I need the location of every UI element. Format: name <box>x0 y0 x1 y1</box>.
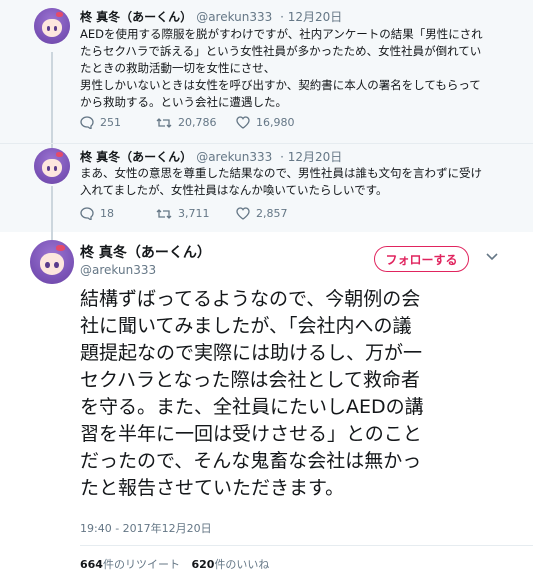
author-handle[interactable]: @arekun333 <box>80 263 156 277</box>
tweet-text-line: 社に聞いてみましたが、「会社内への議 <box>80 315 412 337</box>
tweet-date[interactable]: · 12月20日 <box>280 150 342 164</box>
retweet-stat[interactable]: 664件のリツイート <box>80 558 180 571</box>
tweet-text: まあ、女性の意思を尊重した結果なので、男性社員は誰も文句を言わずに受け 入れてま… <box>80 165 482 199</box>
tweet-date[interactable]: · 12月20日 <box>280 10 342 24</box>
author-name[interactable]: 柊 真冬（あーくん） <box>80 242 211 262</box>
like-stat-label: 件のいいね <box>214 558 270 571</box>
like-button[interactable]: 16,980 <box>236 116 295 129</box>
tweet-text-line: 入れてましたが、女性社員はなんか喚いていたらしいです。 <box>80 183 388 197</box>
tweet-text-line: 男性しかいないときは女性を呼び出すか、契約書に本人の署名をしてもらって <box>80 78 481 92</box>
author-handle[interactable]: @arekun333 <box>196 10 272 24</box>
reply-icon <box>80 116 94 129</box>
tweet-author[interactable]: 柊 真冬（あーくん） @arekun333 · 12月20日 <box>80 148 342 165</box>
tweet-1[interactable]: 柊 真冬（あーくん） @arekun333 · 12月20日 AEDを使用する際服… <box>0 0 533 143</box>
avatar[interactable] <box>30 240 74 284</box>
heart-icon <box>236 207 250 220</box>
heart-icon <box>236 116 250 129</box>
tweet-stats: 664件のリツイート 620件のいいね <box>80 556 269 572</box>
tweet-text-line: 題提起なので実際には助けるし、万が一 <box>80 342 423 364</box>
tweet-text-line: だったので、そんな鬼畜な会社は無かっ <box>80 450 422 472</box>
tweet-timestamp[interactable]: 19:40 - 2017年12月20日 <box>80 520 212 536</box>
like-count: 2,857 <box>256 207 288 220</box>
retweet-button[interactable]: 3,711 <box>156 207 210 220</box>
main-tweet-text: 結構ずばってるようなので、今朝例の会 社に聞いてみましたが、「会社内への議 題提… <box>80 286 424 502</box>
tweet-2[interactable]: 柊 真冬（あーくん） @arekun333 · 12月20日 まあ、女性の意思を尊… <box>0 144 533 232</box>
reply-count: 251 <box>100 116 121 129</box>
follow-button[interactable]: フォローする <box>374 246 469 272</box>
like-button[interactable]: 2,857 <box>236 207 288 220</box>
reply-button[interactable]: 251 <box>80 116 121 129</box>
tweet-text-line: 習を半年に一回は受けさせる」とのこと <box>80 423 422 445</box>
tweet-text-line: から救助する。という会社に遭遇した。 <box>80 95 287 109</box>
tweet-text-line: AEDを使用する際服を脱がすわけですが、社内アンケートの結果「男性にされ <box>80 27 483 41</box>
retweet-count: 20,786 <box>178 116 217 129</box>
retweet-count: 3,711 <box>178 207 210 220</box>
tweet-text-line: を守る。また、全社員にたいしAEDの講 <box>80 396 424 418</box>
like-stat-count: 620 <box>191 558 215 571</box>
tweet-text-line: 結構ずばってるようなので、今朝例の会 <box>80 288 421 310</box>
chevron-down-icon[interactable] <box>486 253 498 261</box>
tweet-author[interactable]: 柊 真冬（あーくん） @arekun333 · 12月20日 <box>80 8 342 25</box>
reply-count: 18 <box>100 207 114 220</box>
reply-icon <box>80 207 94 220</box>
tweet-text-line: まあ、女性の意思を尊重した結果なので、男性社員は誰も文句を言わずに受け <box>80 166 483 180</box>
reply-button[interactable]: 18 <box>80 207 114 220</box>
tweet-text-line: セクハラとなった際は会社として救命者 <box>80 369 420 391</box>
author-handle[interactable]: @arekun333 <box>196 150 272 164</box>
like-stat[interactable]: 620件のいいね <box>191 558 269 571</box>
retweet-stat-count: 664 <box>80 558 103 571</box>
divider <box>80 545 533 546</box>
avatar[interactable] <box>34 8 70 44</box>
retweet-icon <box>156 208 172 219</box>
retweet-stat-label: 件のリツイート <box>102 558 180 571</box>
author-name[interactable]: 柊 真冬（あーくん） <box>80 10 192 24</box>
tweet-text-line: たときの救助活動一切を女性にさせ、 <box>80 61 276 75</box>
retweet-icon <box>156 117 172 128</box>
avatar[interactable] <box>34 148 70 184</box>
like-count: 16,980 <box>256 116 295 129</box>
tweet-text-line: たらセクハラで訴える」という女性社員が多かったため、女性社員が倒れてい <box>80 44 482 58</box>
author-name[interactable]: 柊 真冬（あーくん） <box>80 150 192 164</box>
tweet-text-line: たと報告させていただきます。 <box>80 477 345 499</box>
tweet-text: AEDを使用する際服を脱がすわけですが、社内アンケートの結果「男性にされ たらセ… <box>80 26 483 111</box>
retweet-button[interactable]: 20,786 <box>156 116 217 129</box>
